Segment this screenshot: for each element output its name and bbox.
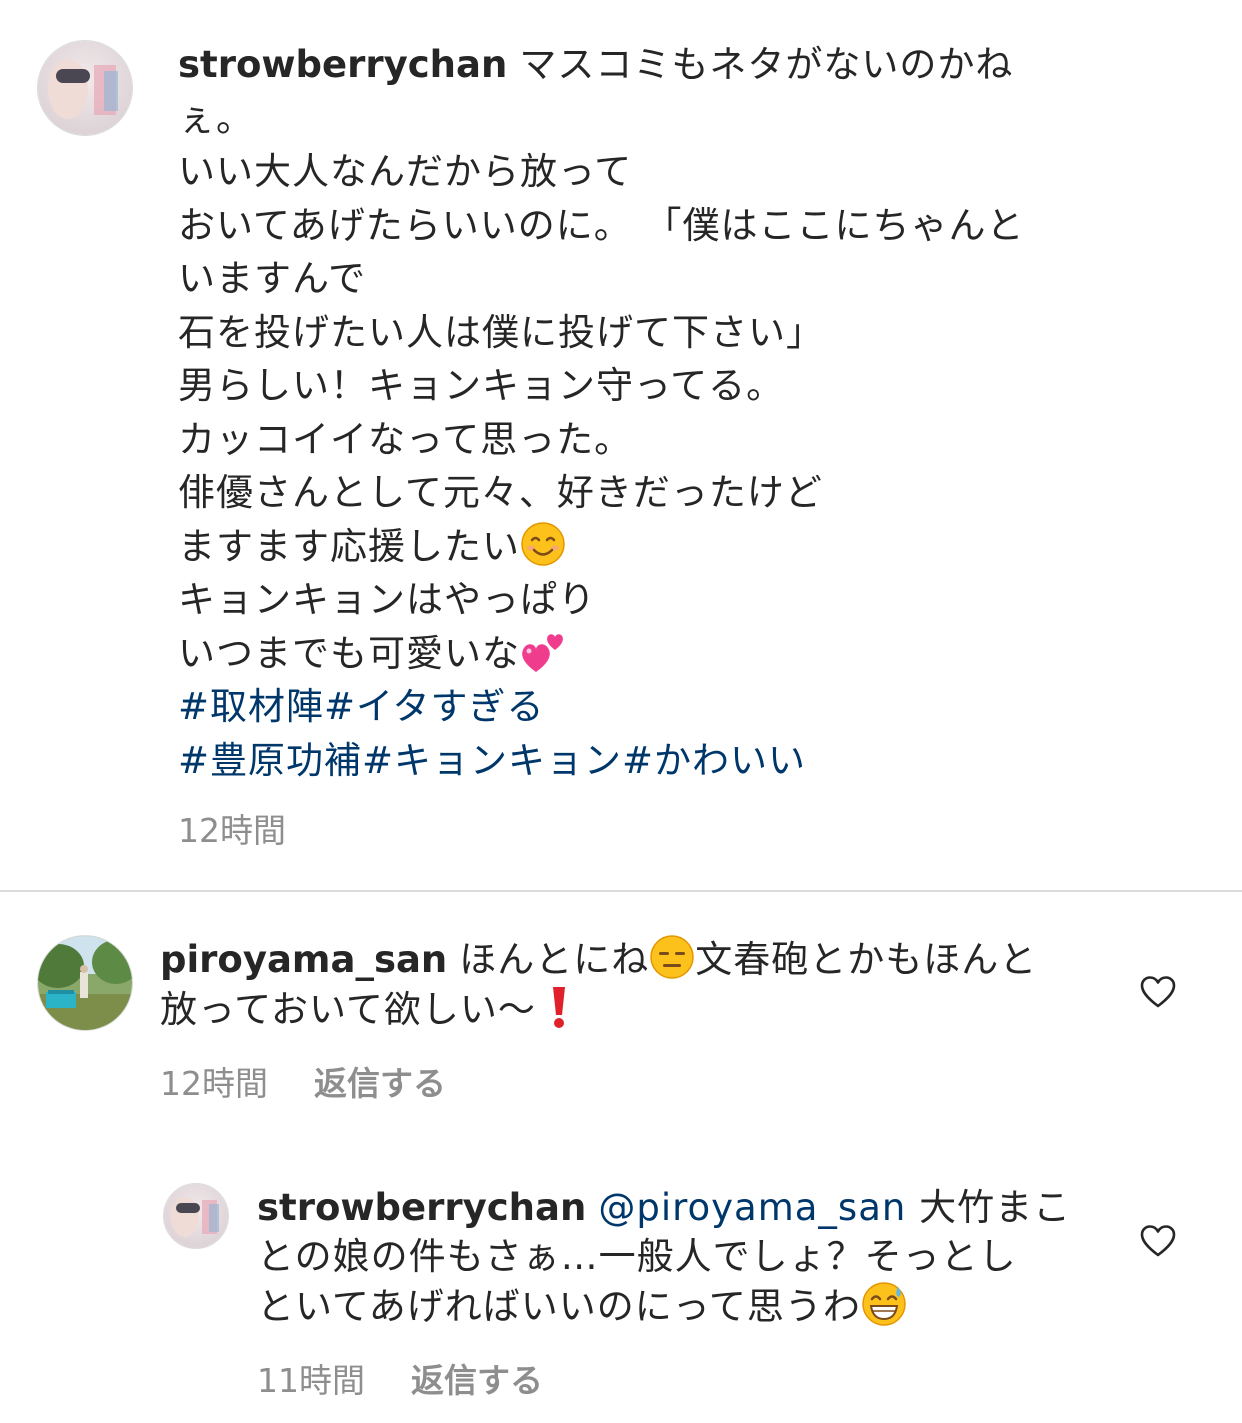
caption-username[interactable]: strowberrychan — [178, 43, 507, 86]
comment: piroyama_san ほんとにね 文春砲とかもほんと 放っておいて欲しい〜 — [160, 934, 1060, 1034]
divider — [0, 890, 1242, 892]
comment-time: 11時間 — [257, 1361, 365, 1400]
reply-button[interactable]: 返信する — [411, 1361, 543, 1400]
reply-meta: 11時間 返信する — [257, 1354, 543, 1402]
post-caption: strowberrychan マスコミもネタがないのかね ぇ。 いい大人なんだから… — [178, 38, 1078, 787]
comment-meta: 12時間 返信する — [160, 1057, 446, 1105]
smiling-face-emoji — [521, 521, 565, 566]
comment-time: 12時間 — [160, 1064, 268, 1103]
caption-line: 石を投げたい人は僕に投げて下さい」 — [178, 310, 824, 354]
hashtag-line[interactable]: #豊原功補#キョンキョン#かわいい — [178, 734, 1078, 788]
comment-text: ほんとにね — [459, 938, 650, 981]
mention-link[interactable]: @piroyama_san — [598, 1186, 906, 1229]
reply-button[interactable]: 返信する — [314, 1064, 446, 1103]
reply-username[interactable]: strowberrychan — [257, 1186, 586, 1229]
commenter-avatar[interactable] — [37, 935, 133, 1031]
like-heart-icon[interactable] — [1140, 975, 1176, 1009]
caption-line: いますんで — [178, 257, 367, 300]
caption-time: 12時間 — [178, 811, 286, 850]
caption-line: カッコイイなって思った。 — [178, 417, 633, 461]
expressionless-face-emoji — [650, 935, 695, 979]
reply-comment: strowberrychan @piroyama_san 大竹まこ との娘の件もさ… — [257, 1183, 1157, 1331]
two-hearts-emoji — [522, 633, 563, 672]
reply-avatar[interactable] — [163, 1183, 229, 1249]
comment-text: との娘の件もさぁ…一般人でしょ？そっとし — [257, 1235, 1017, 1278]
caption-line: いい大人なんだから放って — [178, 150, 633, 193]
caption-line: キョンキョンはやっぱり — [178, 578, 596, 621]
caption-line: おいてあげたらいいのに。 「僕はここにちゃんと — [178, 203, 1025, 247]
like-heart-icon[interactable] — [1140, 1224, 1176, 1258]
caption-line: ますます応援したい — [178, 524, 520, 568]
caption-line: ぇ。 — [178, 96, 254, 140]
grinning-sweat-emoji — [862, 1282, 906, 1326]
caption-avatar[interactable] — [37, 40, 133, 136]
comment-text: 文春砲とかもほんと — [695, 938, 1038, 981]
caption-line: いつまでも可愛いな — [178, 631, 520, 675]
caption-line: 俳優さんとして元々、好きだったけど — [178, 471, 823, 514]
comment-text: 放っておいて欲しい〜 — [160, 988, 536, 1031]
caption-timestamp: 12時間 — [178, 804, 286, 852]
comment-text: といてあげればいいのにって思うわ — [257, 1285, 861, 1328]
hashtag-line[interactable]: #取材陣#イタすぎる — [178, 680, 1078, 734]
comment-text: 大竹まこ — [919, 1186, 1072, 1229]
red-exclamation-emoji — [552, 987, 565, 1028]
caption-line: 男らしい！キョンキョン守ってる。 — [178, 364, 785, 407]
caption-line: マスコミもネタがないのかね — [519, 43, 1014, 86]
comment-username[interactable]: piroyama_san — [160, 938, 447, 981]
